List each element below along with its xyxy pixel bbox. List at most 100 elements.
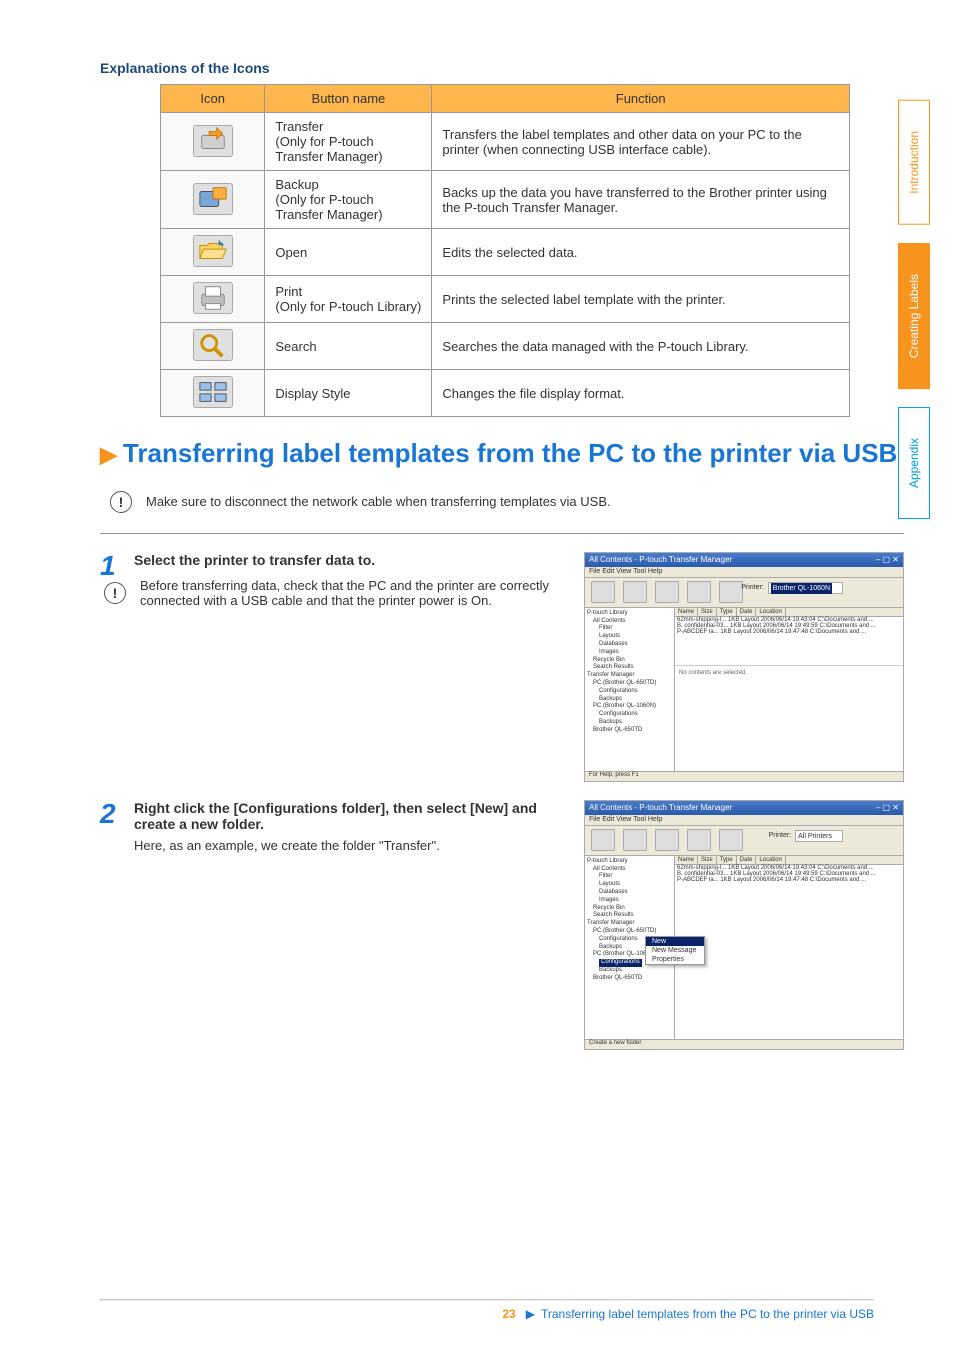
screenshot-step2: All Contents - P-touch Transfer Manager–… bbox=[584, 800, 904, 1050]
screenshot-step1: All Contents - P-touch Transfer Manager–… bbox=[584, 552, 904, 782]
list-header: Type bbox=[717, 856, 737, 864]
arrow-icon: ▶ bbox=[100, 442, 117, 467]
tree-item: Images bbox=[587, 649, 672, 657]
list-header: Date bbox=[737, 608, 757, 616]
backup-icon bbox=[623, 581, 647, 603]
list-header: Type bbox=[717, 608, 737, 616]
tree-item: Search Results bbox=[587, 664, 672, 672]
tree-item: All Contents bbox=[587, 866, 672, 874]
tab-appendix[interactable]: Appendix bbox=[898, 407, 930, 519]
print-icon bbox=[193, 282, 233, 314]
caution-icon: ! bbox=[104, 582, 126, 604]
display-style-icon bbox=[193, 376, 233, 408]
open-icon bbox=[655, 581, 679, 603]
tree-item: Brother QL-650TD bbox=[587, 975, 672, 983]
tree-item: Filter bbox=[587, 873, 672, 881]
list-header: Name bbox=[675, 856, 698, 864]
page-footer: 23 ▶ Transferring label templates from t… bbox=[100, 1307, 874, 1321]
function-cell: Transfers the label templates and other … bbox=[432, 113, 850, 171]
open-icon bbox=[655, 829, 679, 851]
table-row: Display StyleChanges the file display fo… bbox=[161, 370, 850, 417]
list-header: Size bbox=[698, 856, 717, 864]
ctx-new-message: New Message bbox=[646, 946, 704, 955]
tree-item: Configurations bbox=[587, 711, 672, 719]
ctx-properties: Properties bbox=[646, 955, 704, 964]
note-pc-check: Before transferring data, check that the… bbox=[140, 578, 566, 608]
table-row: Transfer (Only for P-touch Transfer Mana… bbox=[161, 113, 850, 171]
button-name-cell: Open bbox=[265, 229, 432, 276]
note-usb: Make sure to disconnect the network cabl… bbox=[146, 494, 611, 509]
table-row: SearchSearches the data managed with the… bbox=[161, 323, 850, 370]
tree-item: Backups bbox=[587, 967, 672, 975]
icons-table: Icon Button name Function Transfer (Only… bbox=[160, 84, 850, 417]
transfer-icon bbox=[193, 125, 233, 157]
function-cell: Searches the data managed with the P-tou… bbox=[432, 323, 850, 370]
button-name-cell: Transfer (Only for P-touch Transfer Mana… bbox=[265, 113, 432, 171]
step2-text: Here, as an example, we create the folde… bbox=[134, 838, 566, 853]
tree-item: Layouts bbox=[587, 633, 672, 641]
tree-item: PC (Brother QL-1060N) bbox=[587, 703, 672, 711]
display-style-icon bbox=[719, 581, 743, 603]
list-header: Date bbox=[737, 856, 757, 864]
step-number-2: 2 bbox=[100, 800, 134, 1050]
step1-title: Select the printer to transfer data to. bbox=[134, 552, 566, 568]
list-header: Name bbox=[675, 608, 698, 616]
context-menu: New New Message Properties bbox=[645, 936, 705, 965]
tree-item: Backups bbox=[587, 696, 672, 704]
tree-item: Recycle Bin bbox=[587, 905, 672, 913]
printer-dropdown-selected: Brother QL-1060N bbox=[771, 583, 832, 594]
tree-item: Filter bbox=[587, 625, 672, 633]
tree-item: Transfer Manager bbox=[587, 672, 672, 680]
search-icon bbox=[687, 581, 711, 603]
list-item: P-ABCDEF la... 1KB Layout 2006/06/14 19:… bbox=[675, 877, 903, 883]
list-header: Location bbox=[756, 608, 786, 616]
function-cell: Edits the selected data. bbox=[432, 229, 850, 276]
tab-introduction[interactable]: Introduction bbox=[898, 100, 930, 225]
button-name-cell: Backup (Only for P-touch Transfer Manage… bbox=[265, 171, 432, 229]
table-row: OpenEdits the selected data. bbox=[161, 229, 850, 276]
list-header: Location bbox=[756, 856, 786, 864]
arrow-icon: ▶ bbox=[526, 1307, 535, 1321]
button-name-cell: Print (Only for P-touch Library) bbox=[265, 276, 432, 323]
tree-item: P-touch Library bbox=[587, 610, 672, 618]
ctx-new: New bbox=[646, 937, 704, 946]
backup-icon bbox=[193, 183, 233, 215]
window-controls-icon: – ▢ ✕ bbox=[876, 803, 899, 812]
tree-item: Search Results bbox=[587, 912, 672, 920]
section-title: ▶Transferring label templates from the P… bbox=[100, 437, 904, 471]
caution-icon: ! bbox=[110, 491, 132, 513]
window-controls-icon: – ▢ ✕ bbox=[876, 555, 899, 564]
th-function: Function bbox=[432, 85, 850, 113]
tree-item: Recycle Bin bbox=[587, 657, 672, 665]
tree-item: Backups bbox=[587, 719, 672, 727]
list-item: P-ABCDEF la... 1KB Layout 2006/06/14 19:… bbox=[675, 629, 903, 635]
footer-title[interactable]: Transferring label templates from the PC… bbox=[541, 1307, 874, 1321]
step2-title: Right click the [Configurations folder],… bbox=[134, 800, 566, 832]
transfer-icon bbox=[591, 829, 615, 851]
search-icon bbox=[193, 329, 233, 361]
backup-icon bbox=[623, 829, 647, 851]
function-cell: Prints the selected label template with … bbox=[432, 276, 850, 323]
table-row: Backup (Only for P-touch Transfer Manage… bbox=[161, 171, 850, 229]
button-name-cell: Display Style bbox=[265, 370, 432, 417]
tree-item: Transfer Manager bbox=[587, 920, 672, 928]
tree-item: P-touch Library bbox=[587, 858, 672, 866]
list-header: Size bbox=[698, 608, 717, 616]
tree-item: All Contents bbox=[587, 618, 672, 626]
tree-item: Configurations bbox=[587, 688, 672, 696]
tree-item: PC (Brother QL-650TD) bbox=[587, 928, 672, 936]
function-cell: Backs up the data you have transferred t… bbox=[432, 171, 850, 229]
display-style-icon bbox=[719, 829, 743, 851]
tree-item: Brother QL-650TD bbox=[587, 727, 672, 735]
function-cell: Changes the file display format. bbox=[432, 370, 850, 417]
page-number: 23 bbox=[502, 1307, 515, 1321]
tree-item: Images bbox=[587, 897, 672, 905]
open-icon bbox=[193, 235, 233, 267]
th-button: Button name bbox=[265, 85, 432, 113]
tree-item: Layouts bbox=[587, 881, 672, 889]
button-name-cell: Search bbox=[265, 323, 432, 370]
printer-dropdown: All Printers bbox=[795, 830, 843, 842]
th-icon: Icon bbox=[161, 85, 265, 113]
transfer-icon bbox=[591, 581, 615, 603]
tab-creating-labels[interactable]: Creating Labels bbox=[898, 243, 930, 389]
